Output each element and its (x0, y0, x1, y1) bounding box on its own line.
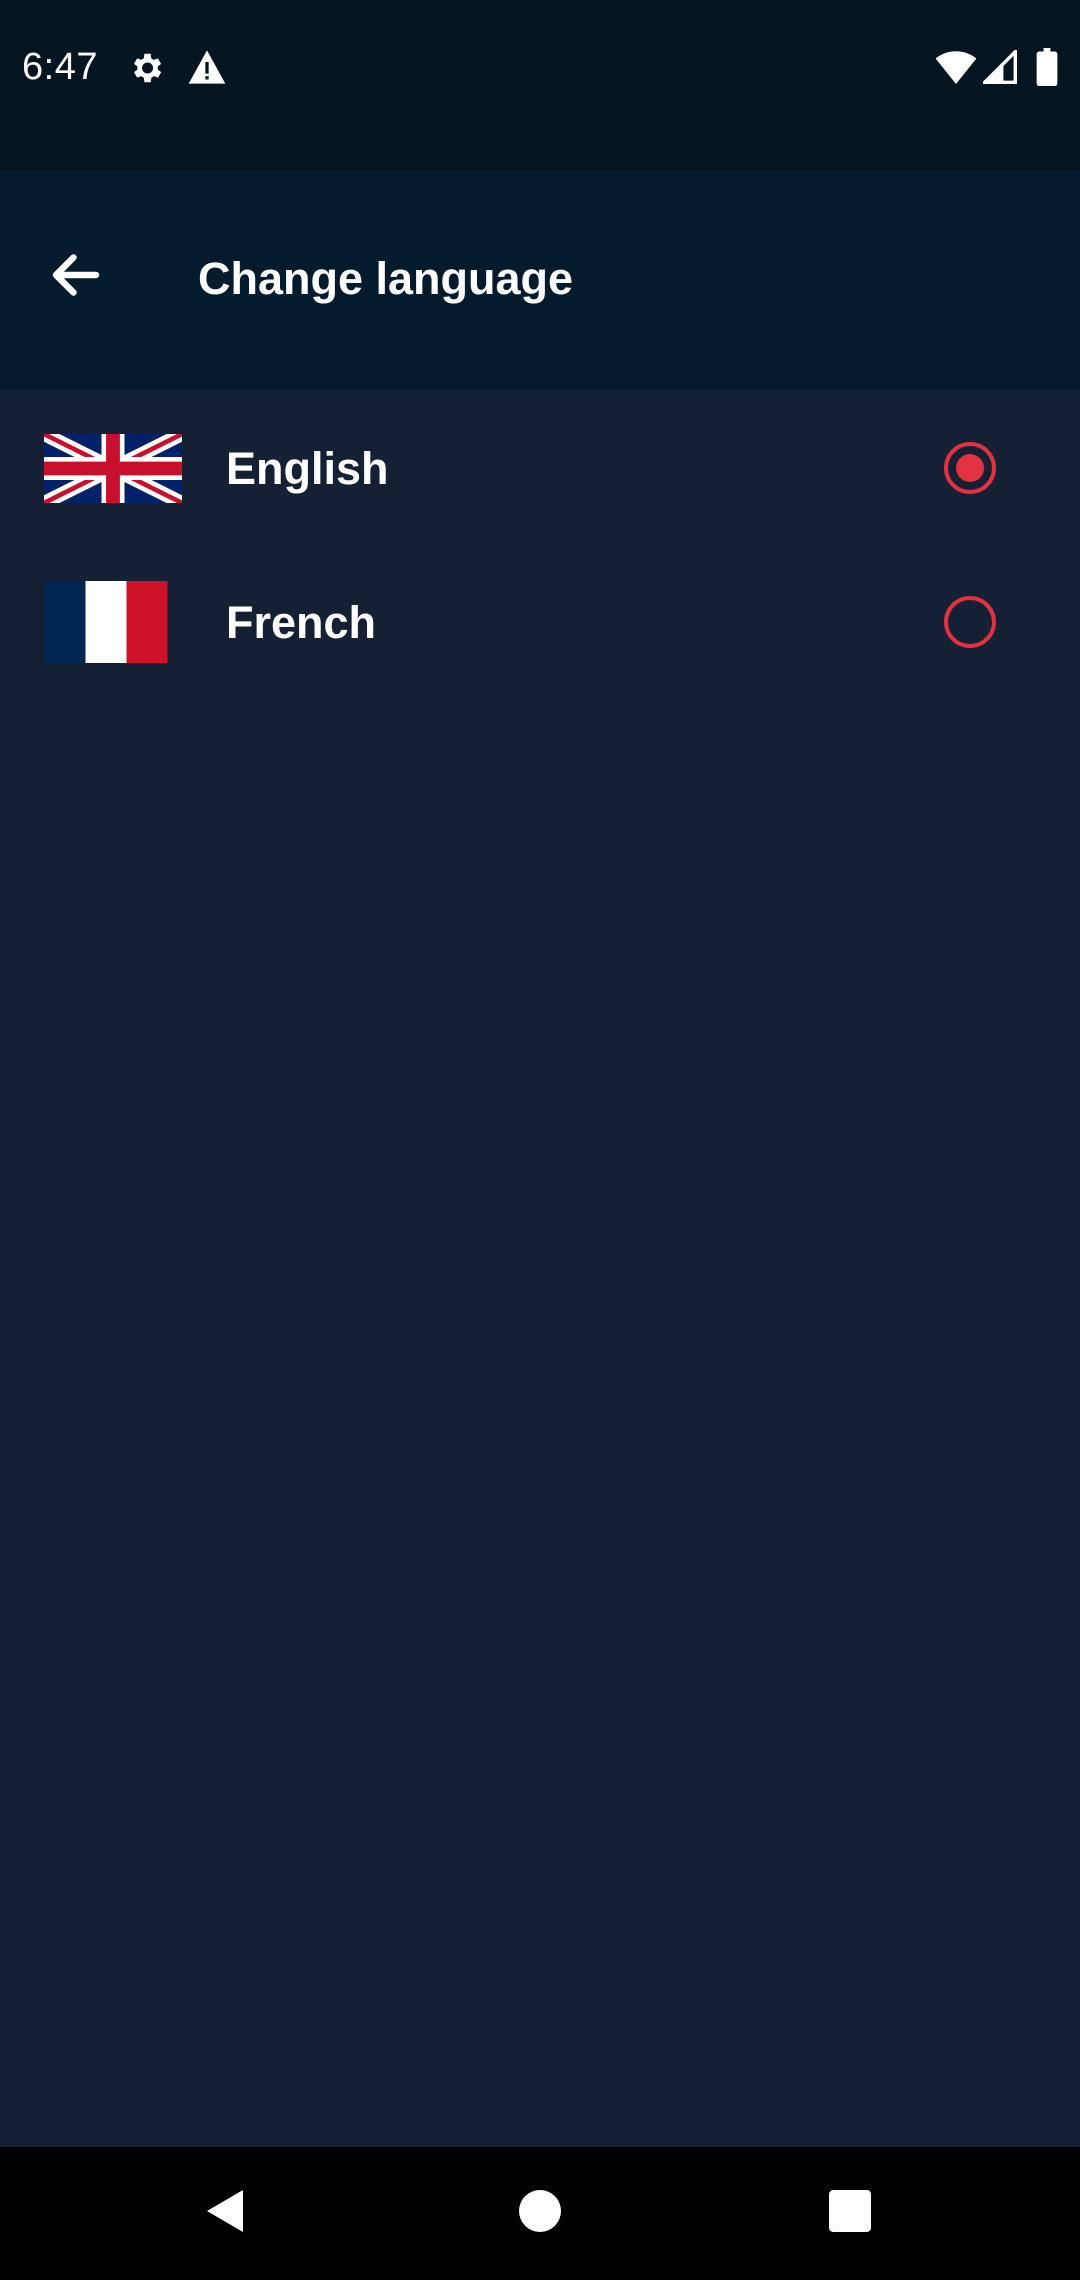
system-nav-bar (0, 2147, 1080, 2280)
language-label: French (226, 597, 377, 648)
warning-icon (187, 48, 227, 91)
language-option-french[interactable]: French (0, 545, 1080, 699)
wifi-icon (935, 50, 977, 89)
nav-back-button[interactable] (155, 2147, 295, 2280)
app-bar: Change language (0, 171, 1080, 390)
status-time: 6:47 (22, 46, 98, 88)
nav-recents-button[interactable] (780, 2147, 920, 2280)
signal-icon (980, 47, 1017, 89)
recents-square-icon (829, 2190, 871, 2237)
language-option-english[interactable]: English (0, 391, 1080, 545)
france-flag-icon (44, 581, 168, 668)
radio-dot (956, 454, 984, 482)
home-circle-icon (519, 2190, 561, 2237)
radio-button-unselected[interactable] (944, 596, 996, 648)
language-label: English (226, 443, 389, 494)
battery-icon (1036, 48, 1058, 91)
back-button[interactable] (24, 225, 128, 329)
page-title: Change language (198, 253, 574, 304)
status-bar: 6:47 (0, 0, 1080, 171)
gear-icon (127, 49, 165, 92)
radio-button-selected[interactable] (944, 442, 996, 494)
nav-home-button[interactable] (470, 2147, 610, 2280)
arrow-left-icon (46, 245, 106, 310)
uk-flag-icon (44, 434, 182, 508)
back-triangle-icon (205, 2188, 245, 2239)
